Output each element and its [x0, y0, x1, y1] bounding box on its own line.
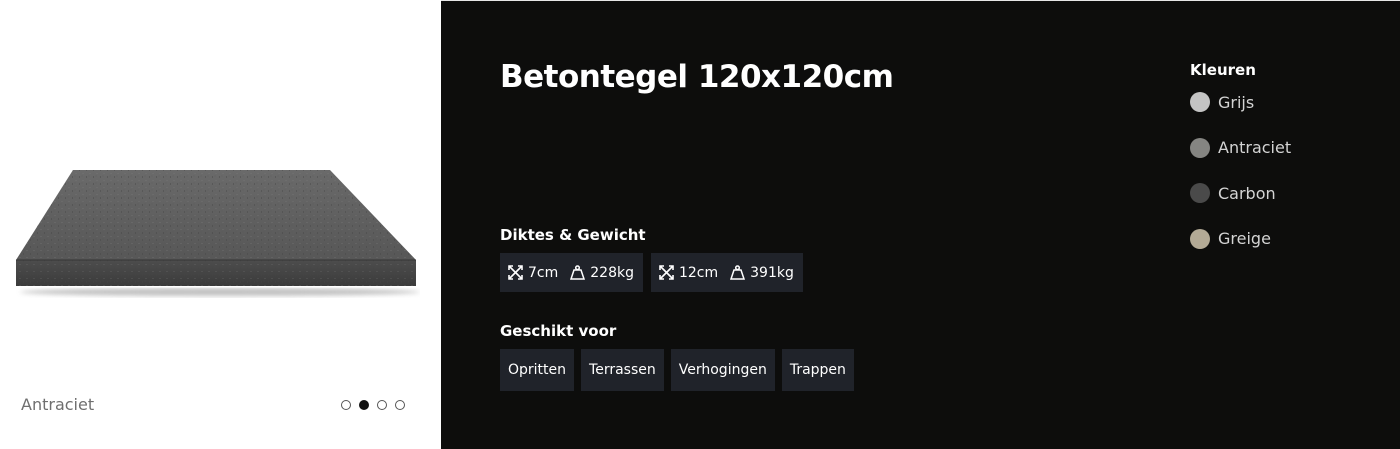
weight-icon [570, 265, 586, 280]
product-gallery: Antraciet [0, 0, 441, 449]
spec-chip: 12cm 391kg [650, 253, 803, 292]
spec-thickness: 12cm [678, 264, 719, 281]
product-image [16, 170, 420, 296]
tag-verhogingen[interactable]: Verhogingen [670, 349, 775, 391]
suitable-for-label: Geschikt voor [500, 322, 617, 340]
color-name: Carbon [1218, 183, 1276, 203]
carousel-dot[interactable] [341, 400, 351, 410]
color-name: Antraciet [1218, 138, 1292, 157]
carousel-dots [341, 400, 405, 410]
color-option-carbon[interactable]: Carbon [1190, 183, 1291, 203]
carousel-dot[interactable] [395, 400, 405, 410]
color-option-greige[interactable]: Greige [1190, 228, 1291, 249]
image-caption: Antraciet [21, 395, 95, 414]
expand-arrows-icon [659, 265, 674, 280]
weight-icon [730, 265, 746, 280]
color-option-antraciet[interactable]: Antraciet [1190, 137, 1292, 158]
suitable-tags: Opritten Terrassen Verhogingen Trappen [500, 349, 854, 391]
color-swatch [1190, 183, 1210, 203]
color-swatch [1190, 137, 1210, 158]
color-option-grijs[interactable]: Grijs [1190, 92, 1291, 112]
carousel-dot[interactable] [377, 400, 387, 410]
thickness-weight-label: Diktes & Gewicht [500, 226, 646, 244]
color-swatch [1190, 92, 1210, 112]
color-swatch [1190, 228, 1210, 249]
spec-chip: 7cm 228kg [500, 253, 643, 292]
color-options: Kleuren Grijs Antraciet Carbon Greige [1190, 61, 1291, 274]
tag-terrassen[interactable]: Terrassen [581, 349, 664, 391]
color-name: Grijs [1218, 92, 1255, 112]
spec-weight: 228kg [590, 264, 634, 281]
color-name: Greige [1218, 229, 1271, 248]
carousel-dot-active[interactable] [359, 400, 369, 410]
tag-trappen[interactable]: Trappen [781, 349, 854, 391]
tag-opritten[interactable]: Opritten [500, 349, 575, 391]
product-title: Betontegel 120x120cm [500, 59, 894, 95]
spec-list: 7cm 228kg 12cm 391kg [500, 253, 803, 292]
expand-arrows-icon [508, 265, 523, 280]
spec-thickness: 7cm [528, 264, 559, 281]
spec-weight: 391kg [750, 264, 794, 281]
product-info-panel: Betontegel 120x120cm Diktes & Gewicht 7c… [441, 0, 1400, 449]
colors-heading: Kleuren [1190, 61, 1256, 79]
